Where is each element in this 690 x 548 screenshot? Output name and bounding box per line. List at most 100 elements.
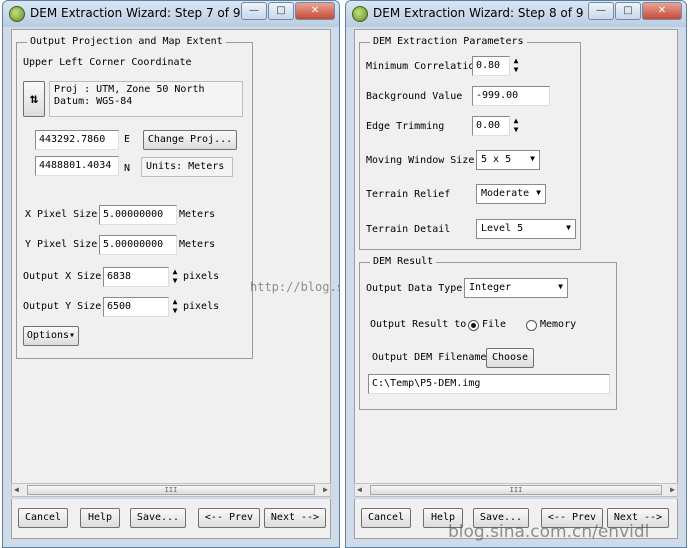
file-radio-label[interactable]: File [482, 319, 506, 330]
output-x-size-input[interactable]: 6838 [103, 267, 169, 287]
watermark-url: http://blog.sina.com.cn/ [250, 280, 339, 294]
coordinate-title: Upper Left Corner Coordinate [23, 57, 192, 68]
y-pixel-size-unit: Meters [179, 239, 216, 250]
moving-window-value: 5 x 5 [481, 154, 512, 165]
minimize-button[interactable]: — [241, 2, 267, 20]
maximize-button[interactable]: □ [268, 2, 294, 20]
step7-horizontal-scrollbar[interactable]: ◀ III ▶ [11, 483, 331, 497]
dropdown-arrow-icon[interactable]: ▼ [536, 188, 541, 197]
projection-info-box: Proj : UTM, Zone 50 North Datum: WGS-84 [49, 81, 243, 117]
prev-button[interactable]: <-- Prev [198, 508, 260, 528]
maximize-button[interactable]: □ [615, 2, 641, 20]
step7-footer: Cancel Help Save... <-- Prev Next --> [11, 499, 331, 539]
northing-input[interactable]: 4488801.4034 [35, 156, 119, 176]
output-filename-input[interactable]: C:\Temp\P5-DEM.img [368, 374, 610, 394]
step8-horizontal-scrollbar[interactable]: ◀ III ▶ [354, 483, 678, 497]
min-correlation-spinner[interactable]: ▲ ▼ [510, 56, 522, 76]
northing-label: N [124, 163, 131, 174]
terrain-relief-label: Terrain Relief [366, 189, 451, 200]
file-radio[interactable] [468, 320, 479, 331]
memory-radio[interactable] [526, 320, 537, 331]
dem-result-group: DEM Result Output Data Type Integer ▼ Out… [359, 256, 617, 410]
output-y-size-spinner[interactable]: ▲ ▼ [169, 297, 181, 317]
step7-window: DEM Extraction Wizard: Step 7 of 9 — □ ✕… [2, 0, 340, 548]
output-x-size-spinner[interactable]: ▲ ▼ [169, 267, 181, 287]
scroll-thumb[interactable]: III [27, 485, 315, 495]
edge-trimming-spinner[interactable]: ▲ ▼ [510, 116, 522, 136]
spin-down-icon[interactable]: ▼ [510, 125, 522, 134]
x-pixel-size-unit: Meters [179, 209, 216, 220]
cancel-button[interactable]: Cancel [361, 508, 411, 528]
y-pixel-size-input[interactable]: 5.00000000 [99, 235, 177, 255]
output-data-type-value: Integer [469, 282, 512, 293]
spin-up-icon[interactable]: ▲ [169, 267, 181, 276]
step7-titlebar[interactable]: DEM Extraction Wizard: Step 7 of 9 — □ ✕ [3, 1, 339, 27]
scroll-left-icon[interactable]: ◀ [357, 484, 362, 496]
scroll-right-icon[interactable]: ▶ [670, 484, 675, 496]
envi-globe-icon [9, 6, 25, 22]
moving-window-dropdown[interactable]: 5 x 5 ▼ [476, 150, 540, 170]
background-value-label: Background Value [366, 91, 463, 102]
terrain-relief-value: Moderate [481, 188, 530, 199]
cancel-button[interactable]: Cancel [18, 508, 68, 528]
datum-line: Datum: WGS-84 [54, 96, 133, 107]
scroll-left-icon[interactable]: ◀ [14, 484, 19, 496]
spin-down-icon[interactable]: ▼ [169, 276, 181, 285]
dropdown-arrow-icon[interactable]: ▼ [530, 154, 535, 163]
spin-up-icon[interactable]: ▲ [510, 116, 522, 125]
output-y-size-input[interactable]: 6500 [103, 297, 169, 317]
terrain-detail-label: Terrain Detail [366, 224, 451, 235]
terrain-detail-value: Level 5 [481, 223, 524, 234]
step8-window-title: DEM Extraction Wizard: Step 8 of 9 [373, 6, 584, 20]
y-pixel-size-label: Y Pixel Size [25, 239, 98, 250]
output-x-size-unit: pixels [183, 271, 220, 282]
output-data-type-label: Output Data Type [366, 283, 463, 294]
projection-line: Proj : UTM, Zone 50 North [54, 84, 205, 95]
step8-window: DEM Extraction Wizard: Step 8 of 9 — □ ✕… [345, 0, 687, 548]
watermark-blog: blog.sina.com.cn/envidl [448, 522, 650, 542]
minimize-button[interactable]: — [588, 2, 614, 20]
close-button[interactable]: ✕ [295, 2, 335, 20]
background-value-input[interactable]: -999.00 [472, 86, 550, 106]
output-projection-group: Output Projection and Map Extent Upper L… [16, 36, 253, 359]
help-button[interactable]: Help [80, 508, 120, 528]
output-data-type-dropdown[interactable]: Integer ▼ [464, 278, 568, 298]
easting-label: E [124, 134, 131, 145]
x-pixel-size-label: X Pixel Size [25, 209, 98, 220]
min-correlation-label: Minimum Correlatio [366, 61, 475, 72]
step8-titlebar[interactable]: DEM Extraction Wizard: Step 8 of 9 — □ ✕ [346, 1, 686, 27]
moving-window-label: Moving Window Size [366, 155, 475, 166]
memory-radio-label[interactable]: Memory [540, 319, 576, 330]
min-correlation-input[interactable]: 0.80 [472, 56, 510, 76]
output-result-to-label: Output Result to [370, 319, 467, 330]
scroll-right-icon[interactable]: ▶ [323, 484, 328, 496]
dropdown-arrow-icon[interactable]: ▼ [566, 223, 571, 232]
units-display: Units: Meters [141, 157, 233, 177]
easting-input[interactable]: 443292.7860 [35, 130, 119, 150]
dem-parameters-group-title: DEM Extraction Parameters [370, 36, 527, 47]
output-filename-label: Output DEM Filename [372, 352, 487, 363]
envi-globe-icon [352, 6, 368, 22]
step8-client-area: DEM Extraction Parameters Minimum Correl… [354, 29, 678, 496]
choose-button[interactable]: Choose [486, 348, 534, 368]
step7-client-area: Output Projection and Map Extent Upper L… [11, 29, 339, 496]
dem-result-group-title: DEM Result [370, 256, 437, 267]
close-button[interactable]: ✕ [642, 2, 682, 20]
toggle-coordinate-button[interactable]: ⇅ [23, 81, 45, 117]
dropdown-arrow-icon[interactable]: ▼ [558, 282, 563, 291]
change-proj-button[interactable]: Change Proj... [143, 130, 237, 150]
terrain-detail-dropdown[interactable]: Level 5 ▼ [476, 219, 576, 239]
scroll-thumb[interactable]: III [370, 485, 662, 495]
spin-down-icon[interactable]: ▼ [169, 306, 181, 315]
spin-down-icon[interactable]: ▼ [510, 65, 522, 74]
next-button[interactable]: Next --> [264, 508, 326, 528]
save-button[interactable]: Save... [130, 508, 186, 528]
spin-up-icon[interactable]: ▲ [510, 56, 522, 65]
terrain-relief-dropdown[interactable]: Moderate ▼ [476, 184, 546, 204]
spin-up-icon[interactable]: ▲ [169, 297, 181, 306]
x-pixel-size-input[interactable]: 5.00000000 [99, 205, 177, 225]
output-x-size-label: Output X Size [23, 271, 102, 282]
output-y-size-label: Output Y Size [23, 301, 102, 312]
options-menu-button[interactable]: Options▾ [23, 326, 79, 346]
edge-trimming-input[interactable]: 0.00 [472, 116, 510, 136]
